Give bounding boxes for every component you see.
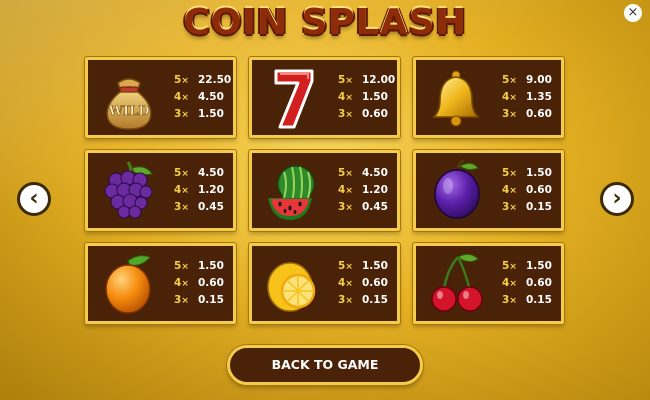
pay-value: 4.50 [198,167,224,179]
orange-icon [98,251,160,317]
pay-row: 3× 0.45 [174,201,234,218]
paytable-card-cherries: 5× 1.50 4× 0.60 3× 0.15 [413,243,564,324]
pay-value: 22.50 [198,74,232,86]
pay-value: 1.50 [198,108,224,120]
pay-row: 4× 1.20 [338,184,398,201]
bell-icon [426,65,488,131]
pay-row: 3× 0.15 [338,294,398,311]
pay-row: 5× 1.50 [502,260,562,277]
paytable-card-wild: WILD 5× 22.50 4× 4.50 3× 1.50 [85,57,236,138]
pay-row: 4× 0.60 [174,277,234,294]
paytable-card-grapes: 5× 4.50 4× 1.20 3× 0.45 [85,150,236,231]
pay-value: 0.45 [198,201,224,213]
pay-row: 4× 1.35 [502,91,562,108]
pay-value: 0.60 [362,108,388,120]
pay-value: 1.50 [526,167,552,179]
pay-row: 3× 0.15 [502,201,562,218]
pay-value: 0.45 [362,201,388,213]
paytable-values: 5× 1.50 4× 0.60 3× 0.15 [502,167,562,218]
paytable-card-orange: 5× 1.50 4× 0.60 3× 0.15 [85,243,236,324]
pay-value: 9.00 [526,74,552,86]
pay-row: 5× 12.00 [338,74,398,91]
plum-icon [426,158,488,224]
pay-row: 5× 1.50 [338,260,398,277]
pay-row: 4× 0.60 [502,277,562,294]
pay-row: 5× 1.50 [174,260,234,277]
pay-row: 5× 4.50 [174,167,234,184]
paytable-values: 5× 12.00 4× 1.50 3× 0.60 [338,74,398,125]
paytable-card-watermelon: 5× 4.50 4× 1.20 3× 0.45 [249,150,400,231]
pay-row: 5× 4.50 [338,167,398,184]
pay-value: 4.50 [198,91,224,103]
cherries-icon [426,251,488,317]
pay-value: 0.15 [526,294,552,306]
pay-value: 1.35 [526,91,552,103]
pay-row: 3× 0.60 [502,108,562,125]
pay-value: 12.00 [362,74,396,86]
pay-value: 0.15 [362,294,388,306]
paytable-card-seven: 5× 12.00 4× 1.50 3× 0.60 [249,57,400,138]
game-title: COIN SPLASH [183,2,467,43]
pay-value: 0.60 [526,108,552,120]
watermelon-icon [262,158,324,224]
pay-value: 1.50 [526,260,552,272]
paytable-values: 5× 4.50 4× 1.20 3× 0.45 [174,167,234,218]
wild-bag-icon: WILD [98,65,160,131]
pay-value: 1.50 [362,260,388,272]
pay-value: 1.20 [198,184,224,196]
pay-row: 4× 4.50 [174,91,234,108]
pay-row: 3× 0.15 [174,294,234,311]
pay-value: 0.60 [362,277,388,289]
pay-value: 0.60 [526,277,552,289]
paytable-values: 5× 9.00 4× 1.35 3× 0.60 [502,74,562,125]
pay-value: 1.50 [362,91,388,103]
lemon-icon [262,251,324,317]
pay-value: 0.60 [526,184,552,196]
prev-page-button[interactable]: ‹ [17,182,51,216]
pay-row: 3× 0.60 [338,108,398,125]
paytable-card-lemon: 5× 1.50 4× 0.60 3× 0.15 [249,243,400,324]
pay-row: 4× 0.60 [502,184,562,201]
paytable-card-plum: 5× 1.50 4× 0.60 3× 0.15 [413,150,564,231]
pay-value: 0.15 [198,294,224,306]
paytable-card-bell: 5× 9.00 4× 1.35 3× 0.60 [413,57,564,138]
paytable-grid: WILD 5× 22.50 4× 4.50 3× 1.50 5× 12.00 4× 1.5… [85,57,565,325]
pay-value: 0.60 [198,277,224,289]
paytable-values: 5× 22.50 4× 4.50 3× 1.50 [174,74,234,125]
paytable-values: 5× 1.50 4× 0.60 3× 0.15 [502,260,562,311]
pay-value: 1.20 [362,184,388,196]
pay-row: 5× 9.00 [502,74,562,91]
pay-row: 3× 0.45 [338,201,398,218]
grapes-icon [98,158,160,224]
pay-row: 3× 0.15 [502,294,562,311]
pay-value: 4.50 [362,167,388,179]
pay-value: 0.15 [526,201,552,213]
pay-value: 1.50 [198,260,224,272]
close-icon[interactable]: × [624,4,642,22]
pay-row: 4× 1.20 [174,184,234,201]
seven-icon [262,65,324,131]
pay-row: 3× 1.50 [174,108,234,125]
next-page-button[interactable]: › [600,182,634,216]
pay-row: 4× 0.60 [338,277,398,294]
pay-row: 5× 1.50 [502,167,562,184]
paytable-values: 5× 4.50 4× 1.20 3× 0.45 [338,167,398,218]
back-to-game-button[interactable]: BACK TO GAME [227,345,423,385]
pay-row: 5× 22.50 [174,74,234,91]
pay-row: 4× 1.50 [338,91,398,108]
paytable-values: 5× 1.50 4× 0.60 3× 0.15 [174,260,234,311]
paytable-values: 5× 1.50 4× 0.60 3× 0.15 [338,260,398,311]
wild-label: WILD [107,104,149,119]
